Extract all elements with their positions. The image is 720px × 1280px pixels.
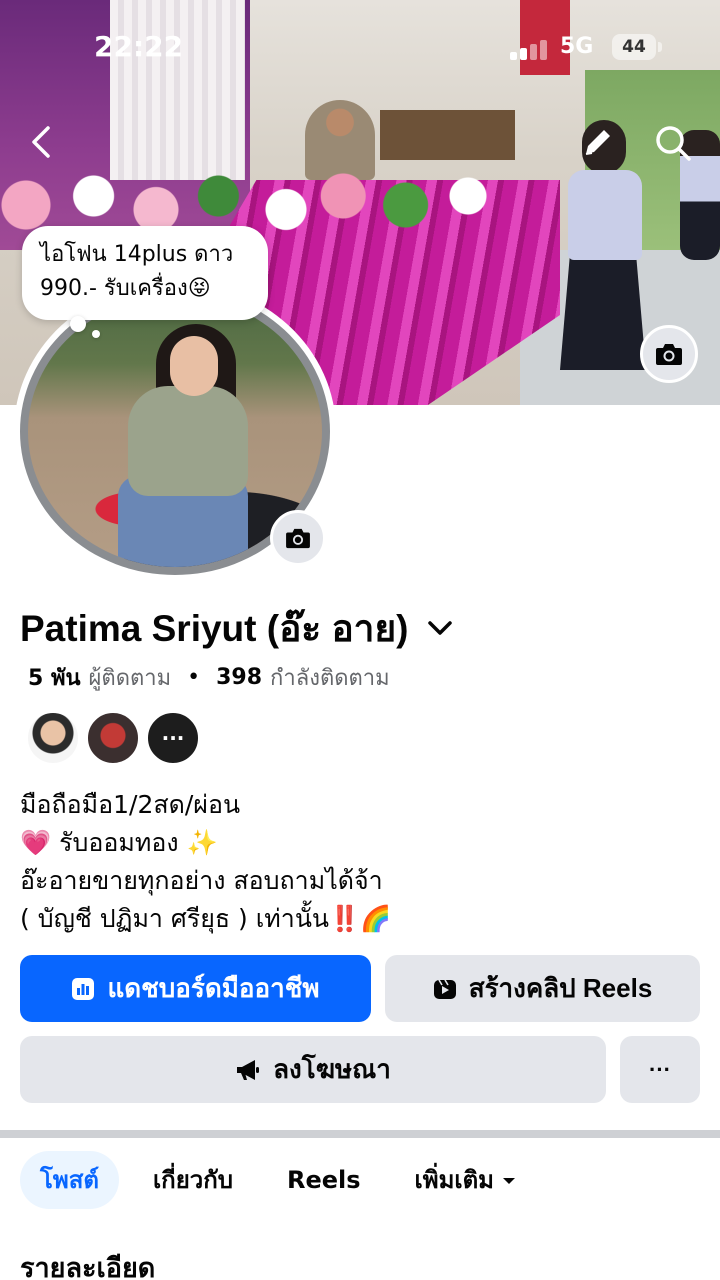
signal-icon (510, 38, 550, 60)
advertise-button[interactable]: ลงโฆษณา (20, 1036, 606, 1103)
following-label[interactable]: กำลังติดตาม (270, 660, 390, 695)
search-icon[interactable] (652, 122, 694, 164)
megaphone-icon (235, 1058, 261, 1082)
cover-camera-button[interactable] (640, 325, 698, 383)
back-icon[interactable] (22, 120, 62, 164)
status-time: 22:22 (94, 30, 184, 63)
profile-note[interactable]: ไอโฟน 14plus ดาว 990.- รับเครื่อง😝 (22, 226, 268, 320)
bio-line: ( บัญชี ปฏิมา ศรียุธ ) เท่านั้น‼️🌈 (20, 904, 392, 933)
chevron-down-icon[interactable] (426, 618, 454, 638)
note-line-2: 990.- รับเครื่อง😝 (40, 276, 211, 301)
bio-line: มือถือมือ1/2สด/ผ่อน (20, 790, 241, 819)
tab-more[interactable]: เพิ่มเติม (395, 1151, 536, 1209)
network-type: 5G (560, 34, 594, 59)
details-section-title: รายละเอียด (20, 1253, 156, 1280)
bio-line: อ๊ะอายขายทุกอย่าง สอบถามได้จ้า (20, 866, 383, 895)
tab-about[interactable]: เกี่ยวกับ (133, 1151, 253, 1209)
avatar-camera-button[interactable] (270, 510, 326, 566)
following-count[interactable]: 398 (216, 665, 262, 690)
create-reels-label: สร้างคลิป Reels (468, 973, 653, 1003)
note-tail (70, 316, 86, 332)
profile-name: Patima Sriyut (อ๊ะ อาย) (20, 607, 409, 649)
tab-more-label: เพิ่มเติม (414, 1166, 494, 1194)
advertise-label: ลงโฆษณา (273, 1054, 391, 1084)
reels-icon (433, 977, 457, 1001)
profile-name-row[interactable]: Patima Sriyut (อ๊ะ อาย) (20, 604, 454, 652)
tab-posts[interactable]: โพสต์ (20, 1151, 119, 1209)
more-friends-avatar[interactable]: ··· (146, 711, 200, 765)
followers-label[interactable]: ผู้ติดตาม (89, 660, 172, 695)
more-options-button[interactable]: ··· (620, 1036, 700, 1103)
profile-bio: มือถือมือ1/2สด/ผ่อน 💗 รับออมทอง ✨ อ๊ะอาย… (20, 786, 391, 938)
followers-count[interactable]: 5 พัน (28, 660, 81, 695)
mutual-friends[interactable]: ··· (26, 711, 206, 765)
friend-avatar[interactable] (26, 711, 80, 765)
status-bar: 22:22 5G 44 (0, 0, 720, 96)
bio-line: 💗 รับออมทอง ✨ (20, 828, 218, 857)
note-line-1: ไอโฟน 14plus ดาว (40, 242, 234, 267)
edit-icon[interactable] (578, 122, 618, 162)
dashboard-label: แดชบอร์ดมืออาชีพ (107, 973, 320, 1003)
create-reels-button[interactable]: สร้างคลิป Reels (385, 955, 700, 1022)
caret-down-icon (503, 1178, 515, 1184)
section-divider (0, 1130, 720, 1138)
battery-icon: 44 (612, 34, 656, 60)
camera-icon (656, 344, 682, 365)
profile-stats: 5 พัน ผู้ติดตาม • 398 กำลังติดตาม (28, 660, 390, 694)
professional-dashboard-button[interactable]: แดชบอร์ดมืออาชีพ (20, 955, 371, 1022)
friend-avatar[interactable] (86, 711, 140, 765)
note-tail-small (92, 330, 100, 338)
tab-reels[interactable]: Reels (267, 1151, 381, 1209)
cover-board (380, 110, 515, 160)
camera-icon (286, 528, 310, 549)
profile-tabs: โพสต์ เกี่ยวกับ Reels เพิ่มเติม (20, 1150, 550, 1210)
stats-separator: • (187, 664, 201, 690)
dashboard-icon (71, 977, 95, 1001)
battery-tip (658, 42, 662, 52)
